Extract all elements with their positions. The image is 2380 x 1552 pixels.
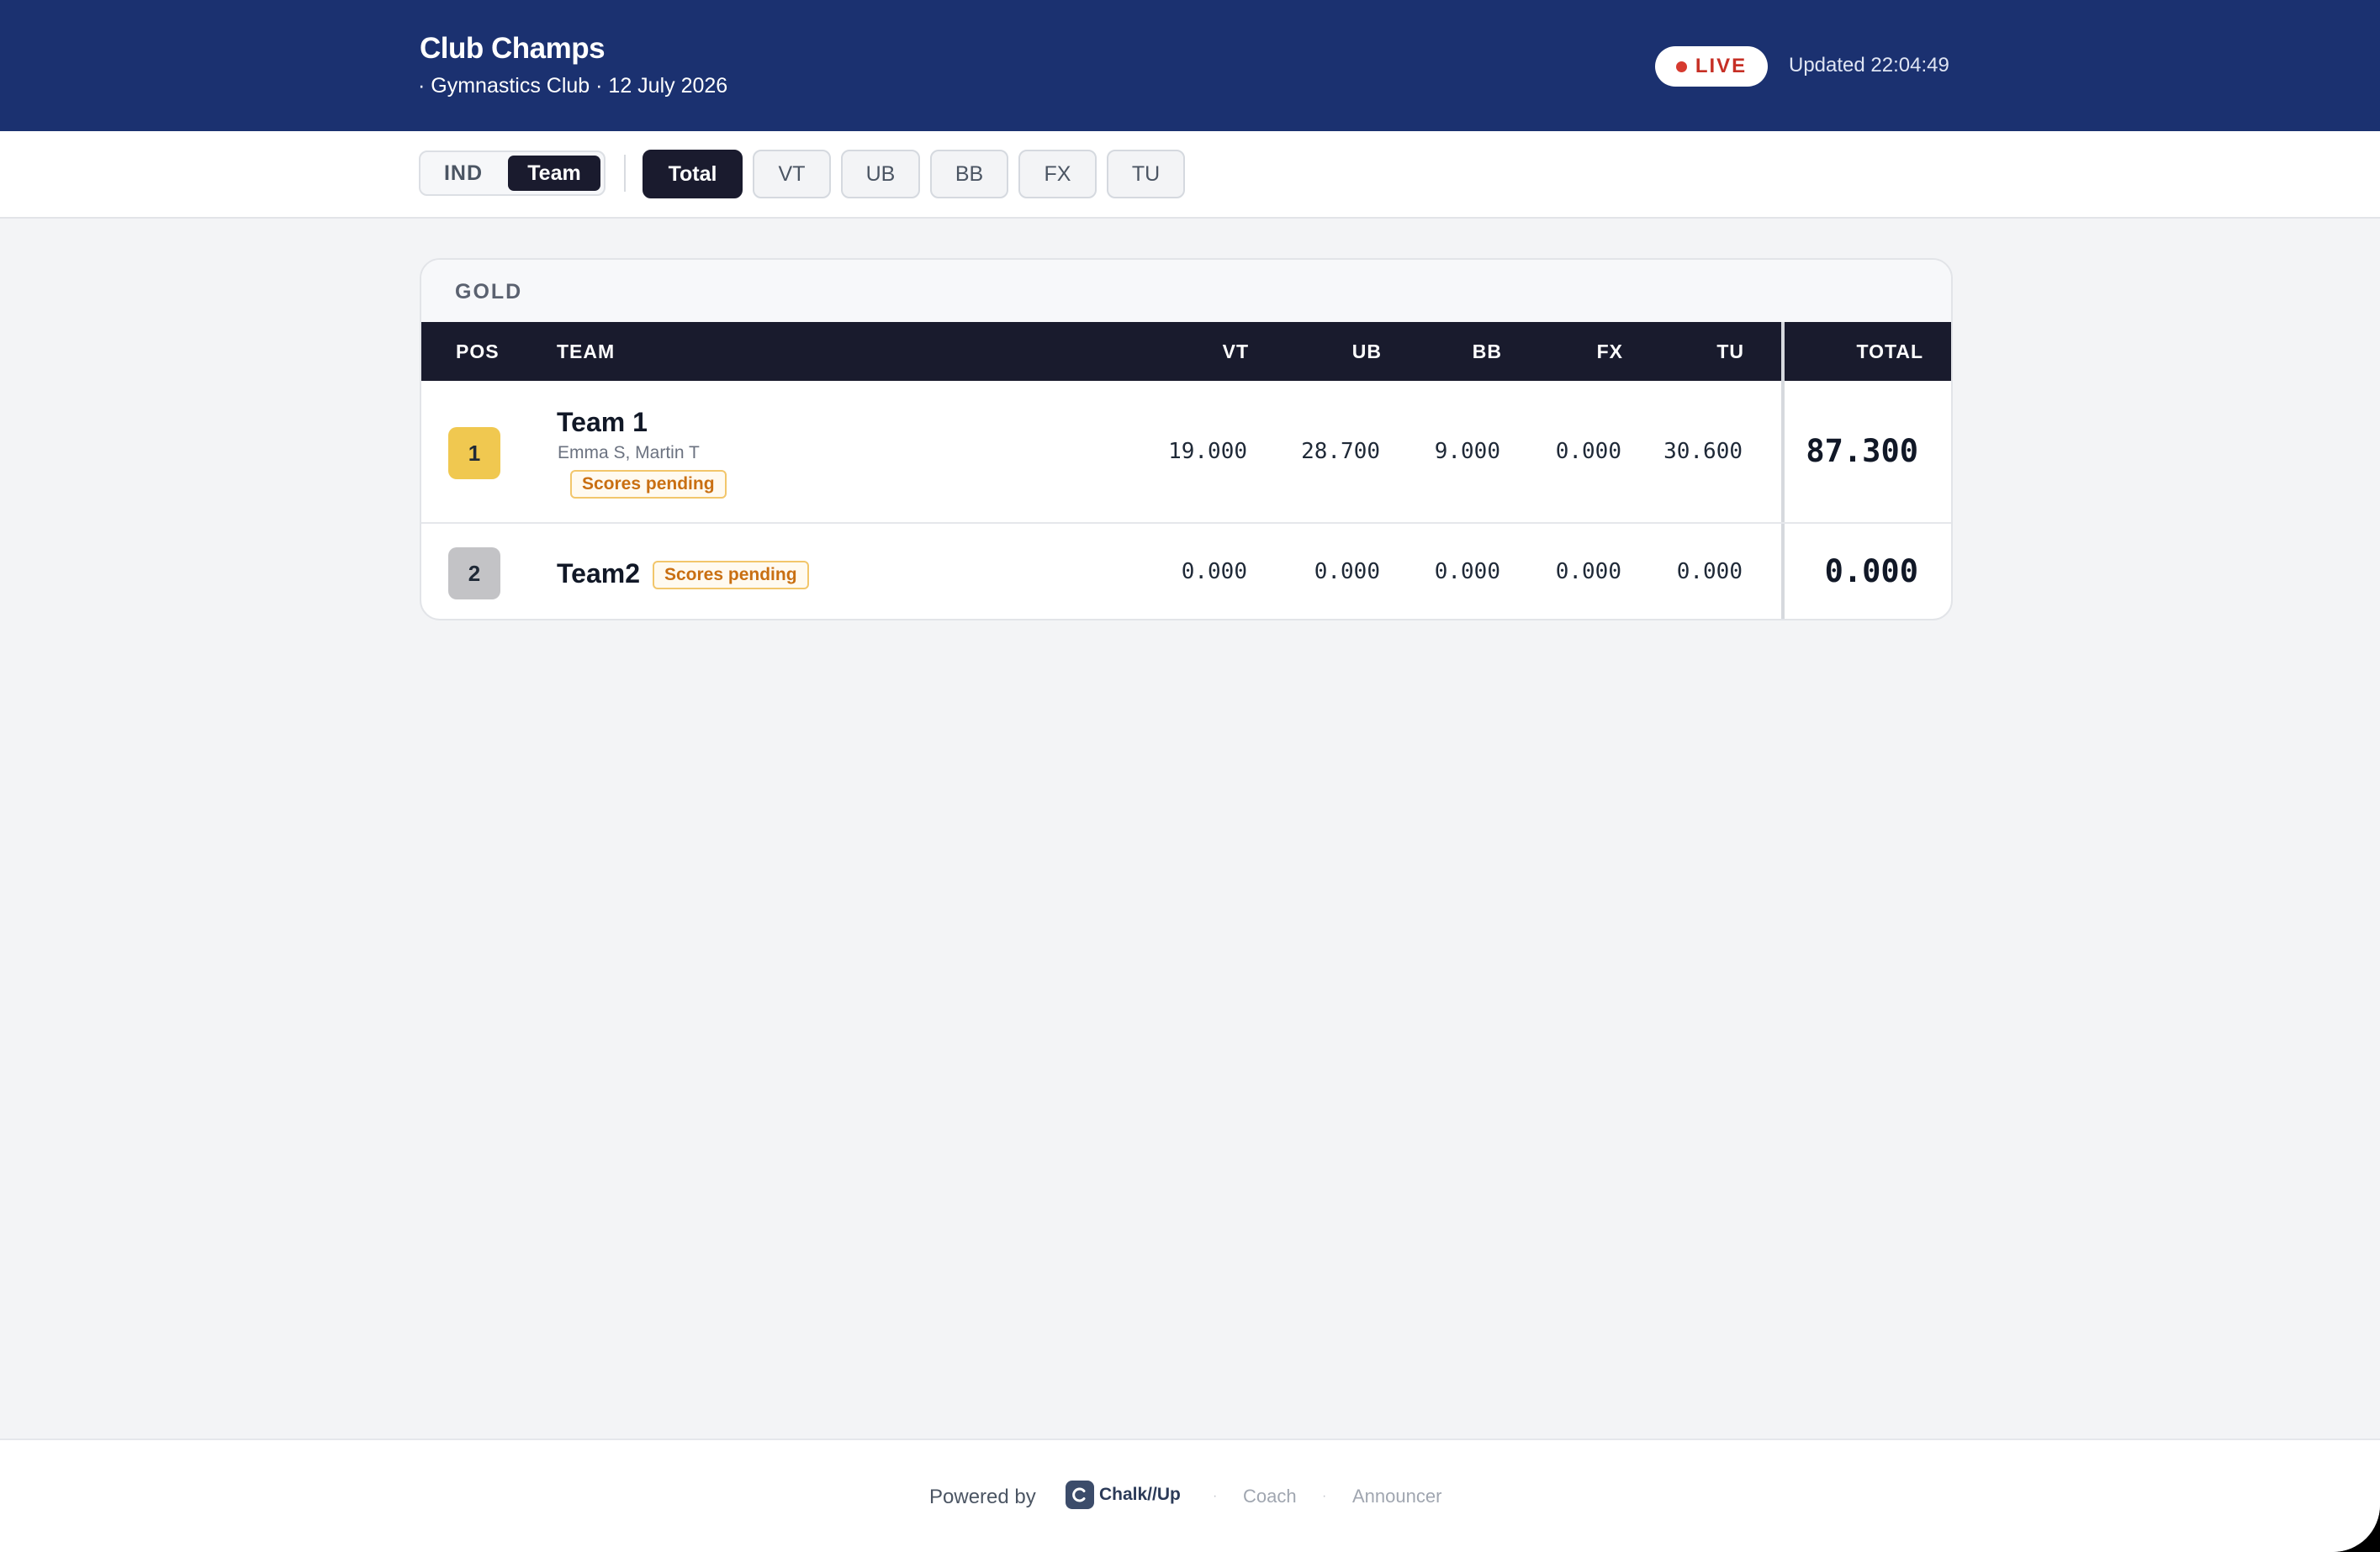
filter-divider xyxy=(624,155,626,192)
results-card: GOLD POS TEAM VT UB BB FX TU TOTAL 1 Team 1 E… xyxy=(420,258,1953,620)
tab-vt[interactable]: VT xyxy=(753,150,831,198)
table-header: POS TEAM VT UB BB FX TU TOTAL xyxy=(421,322,1951,381)
row-separator xyxy=(421,522,1951,524)
team-name: Team2 xyxy=(557,558,641,589)
score-fx: 0.000 xyxy=(1555,439,1621,464)
team-name: Team 1 xyxy=(557,407,648,437)
team-members: Emma S, Martin T xyxy=(558,443,700,462)
col-total: TOTAL xyxy=(1856,340,1923,362)
tab-fx[interactable]: FX xyxy=(1018,150,1097,198)
coach-link[interactable]: Coach xyxy=(1243,1486,1297,1507)
tab-bb[interactable]: BB xyxy=(930,150,1008,198)
footer-separator: · xyxy=(1213,1489,1218,1503)
position-badge: 2 xyxy=(448,547,500,599)
score-total: 87.300 xyxy=(1806,433,1918,469)
live-label: LIVE xyxy=(1695,55,1748,77)
score-bb: 9.000 xyxy=(1434,439,1500,464)
score-tu: 0.000 xyxy=(1676,559,1743,584)
score-total: 0.000 xyxy=(1824,553,1918,589)
score-ub: 0.000 xyxy=(1314,559,1380,584)
live-badge: LIVE xyxy=(1655,46,1768,87)
score-fx: 0.000 xyxy=(1555,559,1621,584)
status-badge: Scores pending xyxy=(653,561,809,589)
page-footer: Powered by Chalk//Up · Coach · Announcer xyxy=(0,1439,2380,1552)
live-dot-icon xyxy=(1675,61,1687,72)
powered-by-label: Powered by xyxy=(929,1486,1036,1508)
tab-tu[interactable]: TU xyxy=(1107,150,1185,198)
event-title: Club Champs xyxy=(420,32,606,65)
mode-team-button[interactable]: Team xyxy=(508,156,600,191)
tab-ub[interactable]: UB xyxy=(841,150,920,198)
brand-name: Chalk//Up xyxy=(1099,1485,1181,1504)
footer-separator: · xyxy=(1322,1489,1327,1503)
group-label: GOLD xyxy=(455,280,523,304)
mode-ind-button[interactable]: IND xyxy=(424,156,503,191)
col-team: TEAM xyxy=(557,340,616,362)
filter-bar: IND Team Total VT UB BB FX TU xyxy=(0,131,2380,219)
col-pos: POS xyxy=(456,340,500,362)
chalkup-logo[interactable]: Chalk//Up xyxy=(1066,1481,1181,1509)
event-header: Club Champs · Gymnastics Club · 12 July … xyxy=(0,0,2380,131)
score-bb: 0.000 xyxy=(1434,559,1500,584)
score-vt: 0.000 xyxy=(1181,559,1247,584)
tab-total[interactable]: Total xyxy=(643,150,743,198)
status-badge: Scores pending xyxy=(570,470,727,499)
chalkup-logo-icon xyxy=(1066,1481,1094,1509)
position-badge: 1 xyxy=(448,427,500,479)
announcer-link[interactable]: Announcer xyxy=(1352,1486,1441,1507)
mode-toggle: IND Team xyxy=(419,150,606,196)
score-ub: 28.700 xyxy=(1301,439,1380,464)
event-subtitle: · Gymnastics Club · 12 July 2026 xyxy=(418,74,728,98)
app-frame: Club Champs · Gymnastics Club · 12 July … xyxy=(0,0,2380,1552)
group-header: GOLD xyxy=(421,260,1951,322)
score-vt: 19.000 xyxy=(1168,439,1247,464)
score-tu: 30.600 xyxy=(1663,439,1743,464)
col-tu: TU xyxy=(1716,340,1744,362)
updated-timestamp: Updated 22:04:49 xyxy=(1789,54,1949,77)
